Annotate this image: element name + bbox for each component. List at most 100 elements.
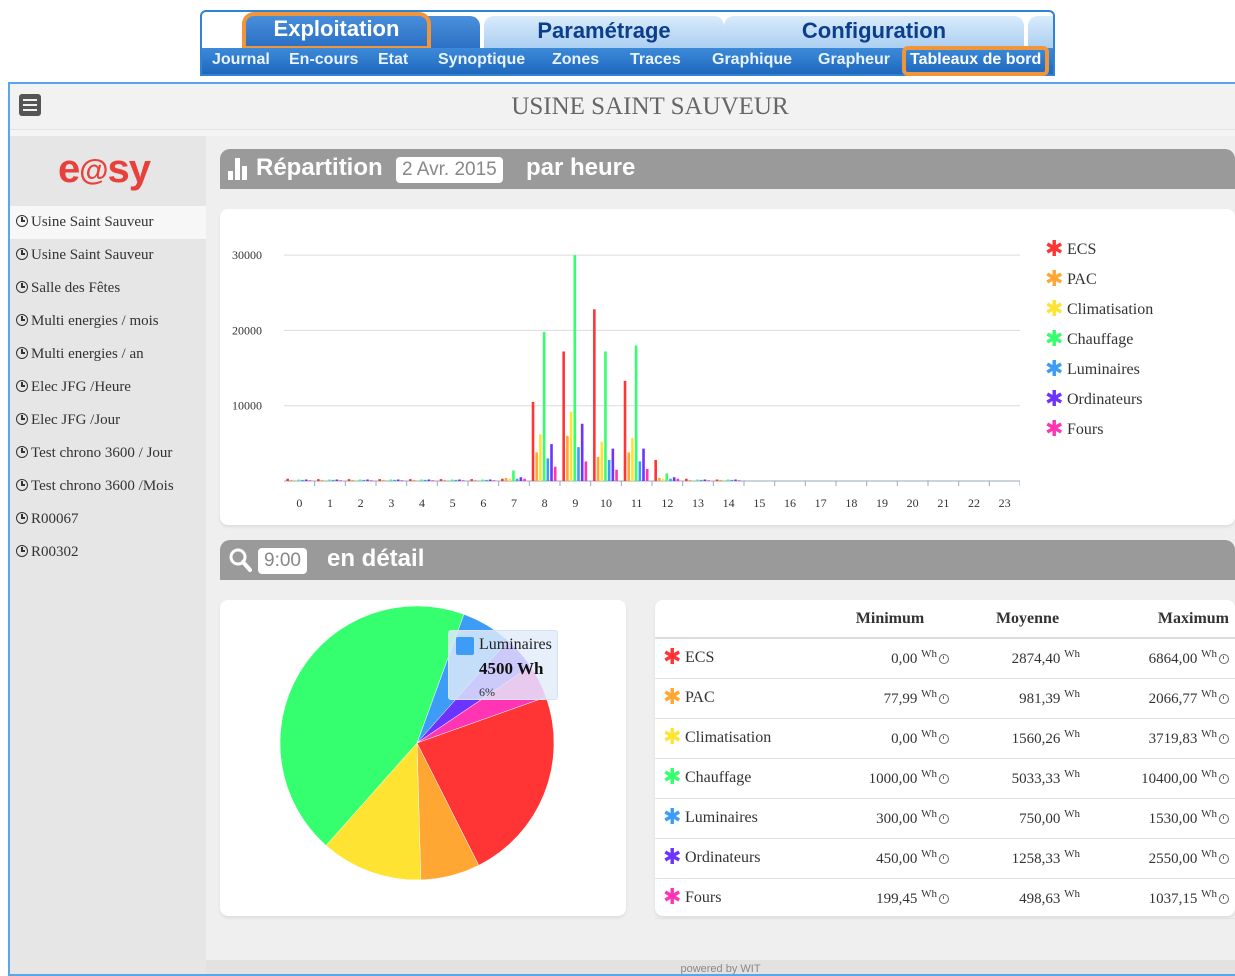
clock-icon — [16, 545, 28, 557]
avg-value: 5033,33 — [1011, 771, 1061, 787]
max-value: 3719,83 — [1148, 731, 1198, 747]
sidebar-item[interactable]: Test chrono 3600 / Jour — [10, 437, 206, 470]
clock-icon[interactable] — [939, 894, 949, 904]
sidebar: e@sy Usine Saint Sauveur Usine Saint Sau… — [10, 136, 206, 974]
sidebar-item[interactable]: Elec JFG /Heure — [10, 371, 206, 404]
unit: Wh — [1201, 688, 1217, 700]
sidebar-item[interactable]: Salle des Fêtes — [10, 272, 206, 305]
sidebar-item[interactable]: Elec JFG /Jour — [10, 404, 206, 437]
row-label: ✱ ECS — [655, 638, 825, 679]
clock-icon[interactable] — [1219, 814, 1229, 824]
bar — [304, 479, 308, 481]
bar — [569, 411, 573, 481]
tab-more[interactable] — [1028, 16, 1053, 48]
sidebar-item[interactable]: Usine Saint Sauveur — [10, 239, 206, 272]
date-picker[interactable]: 2 Avr. 2015 — [396, 157, 503, 183]
subtab-etat[interactable]: Etat — [378, 51, 408, 69]
unit: Wh — [1064, 688, 1080, 700]
clock-icon[interactable] — [939, 654, 949, 665]
subtab-tableaux-de-bord[interactable]: Tableaux de bord — [901, 46, 1050, 76]
tab-exploitation[interactable]: Exploitation — [242, 12, 431, 48]
bar — [531, 401, 535, 481]
clock-icon[interactable] — [1219, 774, 1229, 784]
sidebar-item[interactable]: Usine Saint Sauveur — [10, 206, 206, 239]
max-cell: 6864,00 Wh — [1100, 638, 1235, 679]
unit: Wh — [1201, 888, 1217, 900]
subtab-zones[interactable]: Zones — [552, 51, 599, 69]
column-header — [655, 600, 825, 639]
max-value: 10400,00 — [1141, 771, 1198, 787]
tab-parametrage[interactable]: Paramétrage — [484, 16, 724, 48]
legend-item[interactable]: ✱ Fours — [1045, 419, 1153, 451]
unit: Wh — [1201, 808, 1217, 820]
bar — [512, 470, 515, 481]
bar — [584, 461, 588, 481]
min-value: 1000,00 — [868, 771, 918, 787]
clock-icon — [16, 380, 28, 392]
bar — [301, 479, 304, 481]
unit: Wh — [921, 888, 937, 900]
unit: Wh — [921, 768, 937, 780]
max-cell: 10400,00 Wh — [1100, 758, 1235, 799]
bar — [461, 480, 465, 481]
subtab-graphique[interactable]: Graphique — [712, 51, 792, 69]
section-detail-header: 9:00 en détail — [220, 540, 1235, 580]
sidebar-item-label: Multi energies / mois — [31, 313, 159, 329]
clock-icon[interactable] — [1219, 654, 1229, 665]
subtab-journal[interactable]: Journal — [212, 51, 270, 69]
max-value: 2550,00 — [1148, 851, 1198, 867]
sidebar-item[interactable]: R00302 — [10, 536, 206, 569]
tooltip-percent: 6% — [479, 685, 495, 699]
subtab-en-cours[interactable]: En-cours — [289, 51, 358, 69]
footer: powered by WIT — [206, 960, 1235, 974]
asterisk-icon: ✱ — [663, 845, 682, 870]
tab-configuration[interactable]: Configuration — [724, 16, 1024, 48]
bar — [328, 479, 331, 481]
section-title-suffix: par heure — [526, 154, 636, 181]
x-tick-label: 5 — [450, 496, 456, 510]
sidebar-item[interactable]: Test chrono 3600 /Mois — [10, 470, 206, 503]
min-cell: 199,45 Wh — [825, 878, 955, 919]
bar — [515, 478, 519, 481]
clock-icon[interactable] — [939, 734, 949, 744]
bar — [523, 478, 526, 481]
bar — [450, 479, 454, 481]
bar — [290, 479, 293, 481]
time-picker[interactable]: 9:00 — [258, 548, 307, 574]
sidebar-item-label: Elec JFG /Heure — [31, 379, 131, 395]
subtab-grapheur[interactable]: Grapheur — [818, 51, 890, 69]
clock-icon[interactable] — [939, 854, 949, 864]
clock-icon[interactable] — [1219, 894, 1229, 904]
clock-icon[interactable] — [1219, 854, 1229, 864]
clock-icon[interactable] — [1219, 734, 1229, 744]
unit: Wh — [1064, 808, 1080, 820]
subtab-traces[interactable]: Traces — [630, 51, 681, 69]
asterisk-icon: ✱ — [1045, 357, 1064, 382]
min-value: 0,00 — [891, 651, 918, 668]
energy-name: PAC — [685, 689, 715, 706]
clock-icon[interactable] — [939, 814, 949, 824]
legend-label: Ordinateurs — [1067, 391, 1143, 408]
sidebar-item-label: Usine Saint Sauveur — [31, 247, 154, 263]
sidebar-item[interactable]: Multi energies / an — [10, 338, 206, 371]
bar — [707, 480, 710, 481]
sidebar-item-label: Multi energies / an — [31, 346, 144, 362]
sidebar-item-label: Elec JFG /Jour — [31, 412, 121, 428]
x-tick-label: 6 — [480, 496, 486, 510]
bar — [519, 477, 523, 481]
clock-icon — [16, 347, 28, 359]
clock-icon[interactable] — [939, 774, 949, 784]
clock-icon[interactable] — [1219, 694, 1229, 704]
x-tick-label: 11 — [631, 496, 643, 510]
x-tick-label: 2 — [358, 496, 364, 510]
bar — [431, 480, 434, 481]
x-tick-label: 20 — [907, 496, 919, 510]
sidebar-item[interactable]: Multi energies / mois — [10, 305, 206, 338]
avg-value: 1258,33 — [1011, 851, 1061, 867]
clock-icon[interactable] — [939, 694, 949, 704]
bar — [308, 480, 312, 481]
subtab-synoptique[interactable]: Synoptique — [438, 51, 525, 69]
x-tick-label: 19 — [876, 496, 888, 510]
main-tab-bar: Exploitation Paramétrage Configuration — [200, 10, 1055, 48]
sidebar-item[interactable]: R00067 — [10, 503, 206, 536]
